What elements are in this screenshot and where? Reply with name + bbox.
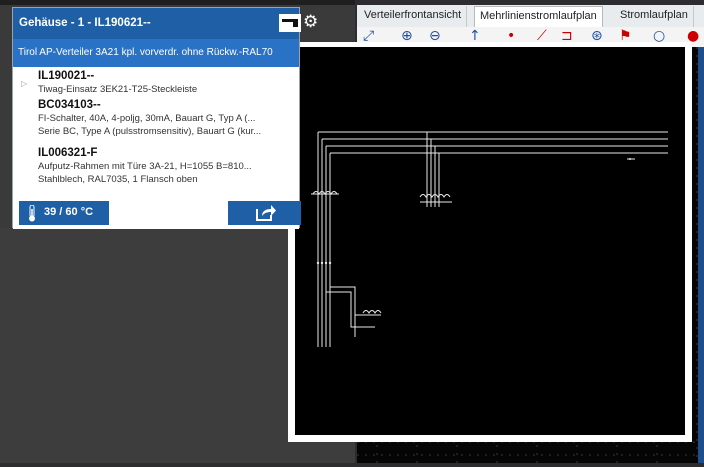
- expand-arrow-icon[interactable]: ▷: [21, 79, 27, 88]
- vertical-scrollbar[interactable]: [698, 47, 704, 463]
- list-item[interactable]: IL190021-- Tiwag-Einsatz 3EK21-T25-Steck…: [38, 69, 197, 96]
- wiring-diagram-drawing: [311, 131, 668, 347]
- line-tool-icon[interactable]: ⟋: [537, 29, 547, 43]
- article-description: Tiwag-Einsatz 3EK21-T25-Steckleiste: [38, 84, 198, 95]
- top-strip: [0, 0, 355, 5]
- circle-tool-icon[interactable]: ○: [653, 29, 665, 43]
- diagram-preview-popup: [288, 42, 692, 442]
- list-item[interactable]: IL006321-F Aufputz-Rahmen mit Türe 3A-21…: [38, 146, 252, 186]
- card-header: Gehäuse - 1 - IL190621--: [13, 8, 301, 39]
- zoom-out-icon[interactable]: ⊖: [429, 29, 441, 43]
- temperature-value: 39 / 60 °C: [44, 206, 94, 218]
- connection-dots: [316, 158, 631, 265]
- zoom-in-icon[interactable]: ⊕: [401, 29, 413, 43]
- point-tool-icon[interactable]: •: [507, 29, 515, 43]
- article-description: FI-Schalter, 40A, 4-poljg, 30mA, Bauart …: [38, 113, 256, 124]
- tab-verteilerfrontansicht[interactable]: Verteilerfrontansicht: [359, 6, 468, 27]
- card-footer: 39 / 60 °C: [13, 197, 301, 229]
- component-symbols: [311, 191, 452, 314]
- arrow-up-icon[interactable]: ↑: [469, 29, 481, 43]
- card-title: Gehäuse - 1 - IL190621--: [19, 17, 151, 29]
- article-description: Stahlblech, RAL7035, 1 Flansch oben: [38, 174, 198, 185]
- article-description: Serie BC, Type A (pulsstromsensitiv), Ba…: [38, 126, 262, 137]
- search-icon[interactable]: ⊛: [591, 29, 603, 43]
- thermometer-icon: [29, 205, 35, 222]
- gear-icon[interactable]: ⚙: [303, 14, 318, 31]
- zoom-fit-icon[interactable]: ⤢: [363, 29, 374, 43]
- list-item[interactable]: BC034103-- FI-Schalter, 40A, 4-poljg, 30…: [38, 98, 261, 138]
- enclosure-info-card: Gehäuse - 1 - IL190621-- Tirol AP-Vertei…: [12, 7, 301, 229]
- article-code: BC034103--: [38, 99, 101, 111]
- temperature-button[interactable]: 39 / 60 °C: [19, 201, 109, 225]
- card-subheader: Tirol AP-Verteiler 3A21 kpl. vorverdr. o…: [13, 39, 299, 67]
- diagram-tab-bar: Verteilerfrontansicht Mehrlinienstromlau…: [357, 5, 704, 27]
- export-icon: [256, 205, 276, 221]
- tab-stromlaufplan[interactable]: Stromlaufplan: [615, 6, 694, 27]
- flag-tool-icon[interactable]: ⚑: [619, 29, 632, 43]
- record-icon[interactable]: ●: [687, 29, 699, 43]
- article-description: Aufputz-Rahmen mit Türe 3A-21, H=1055 B=…: [38, 161, 252, 172]
- card-subtitle: Tirol AP-Verteiler 3A21 kpl. vorverdr. o…: [18, 47, 273, 58]
- export-button[interactable]: [228, 201, 301, 225]
- article-code: IL190021--: [38, 70, 95, 82]
- article-list: ▷ IL190021-- Tiwag-Einsatz 3EK21-T25-Ste…: [13, 67, 299, 197]
- tab-mehrlinienstromlaufplan[interactable]: Mehrlinienstromlaufplan: [474, 6, 603, 27]
- wiring-diagram[interactable]: [295, 47, 685, 435]
- document-icon[interactable]: [279, 14, 301, 32]
- bracket-tool-icon[interactable]: ⊐: [561, 29, 573, 43]
- article-code: IL006321-F: [38, 147, 98, 159]
